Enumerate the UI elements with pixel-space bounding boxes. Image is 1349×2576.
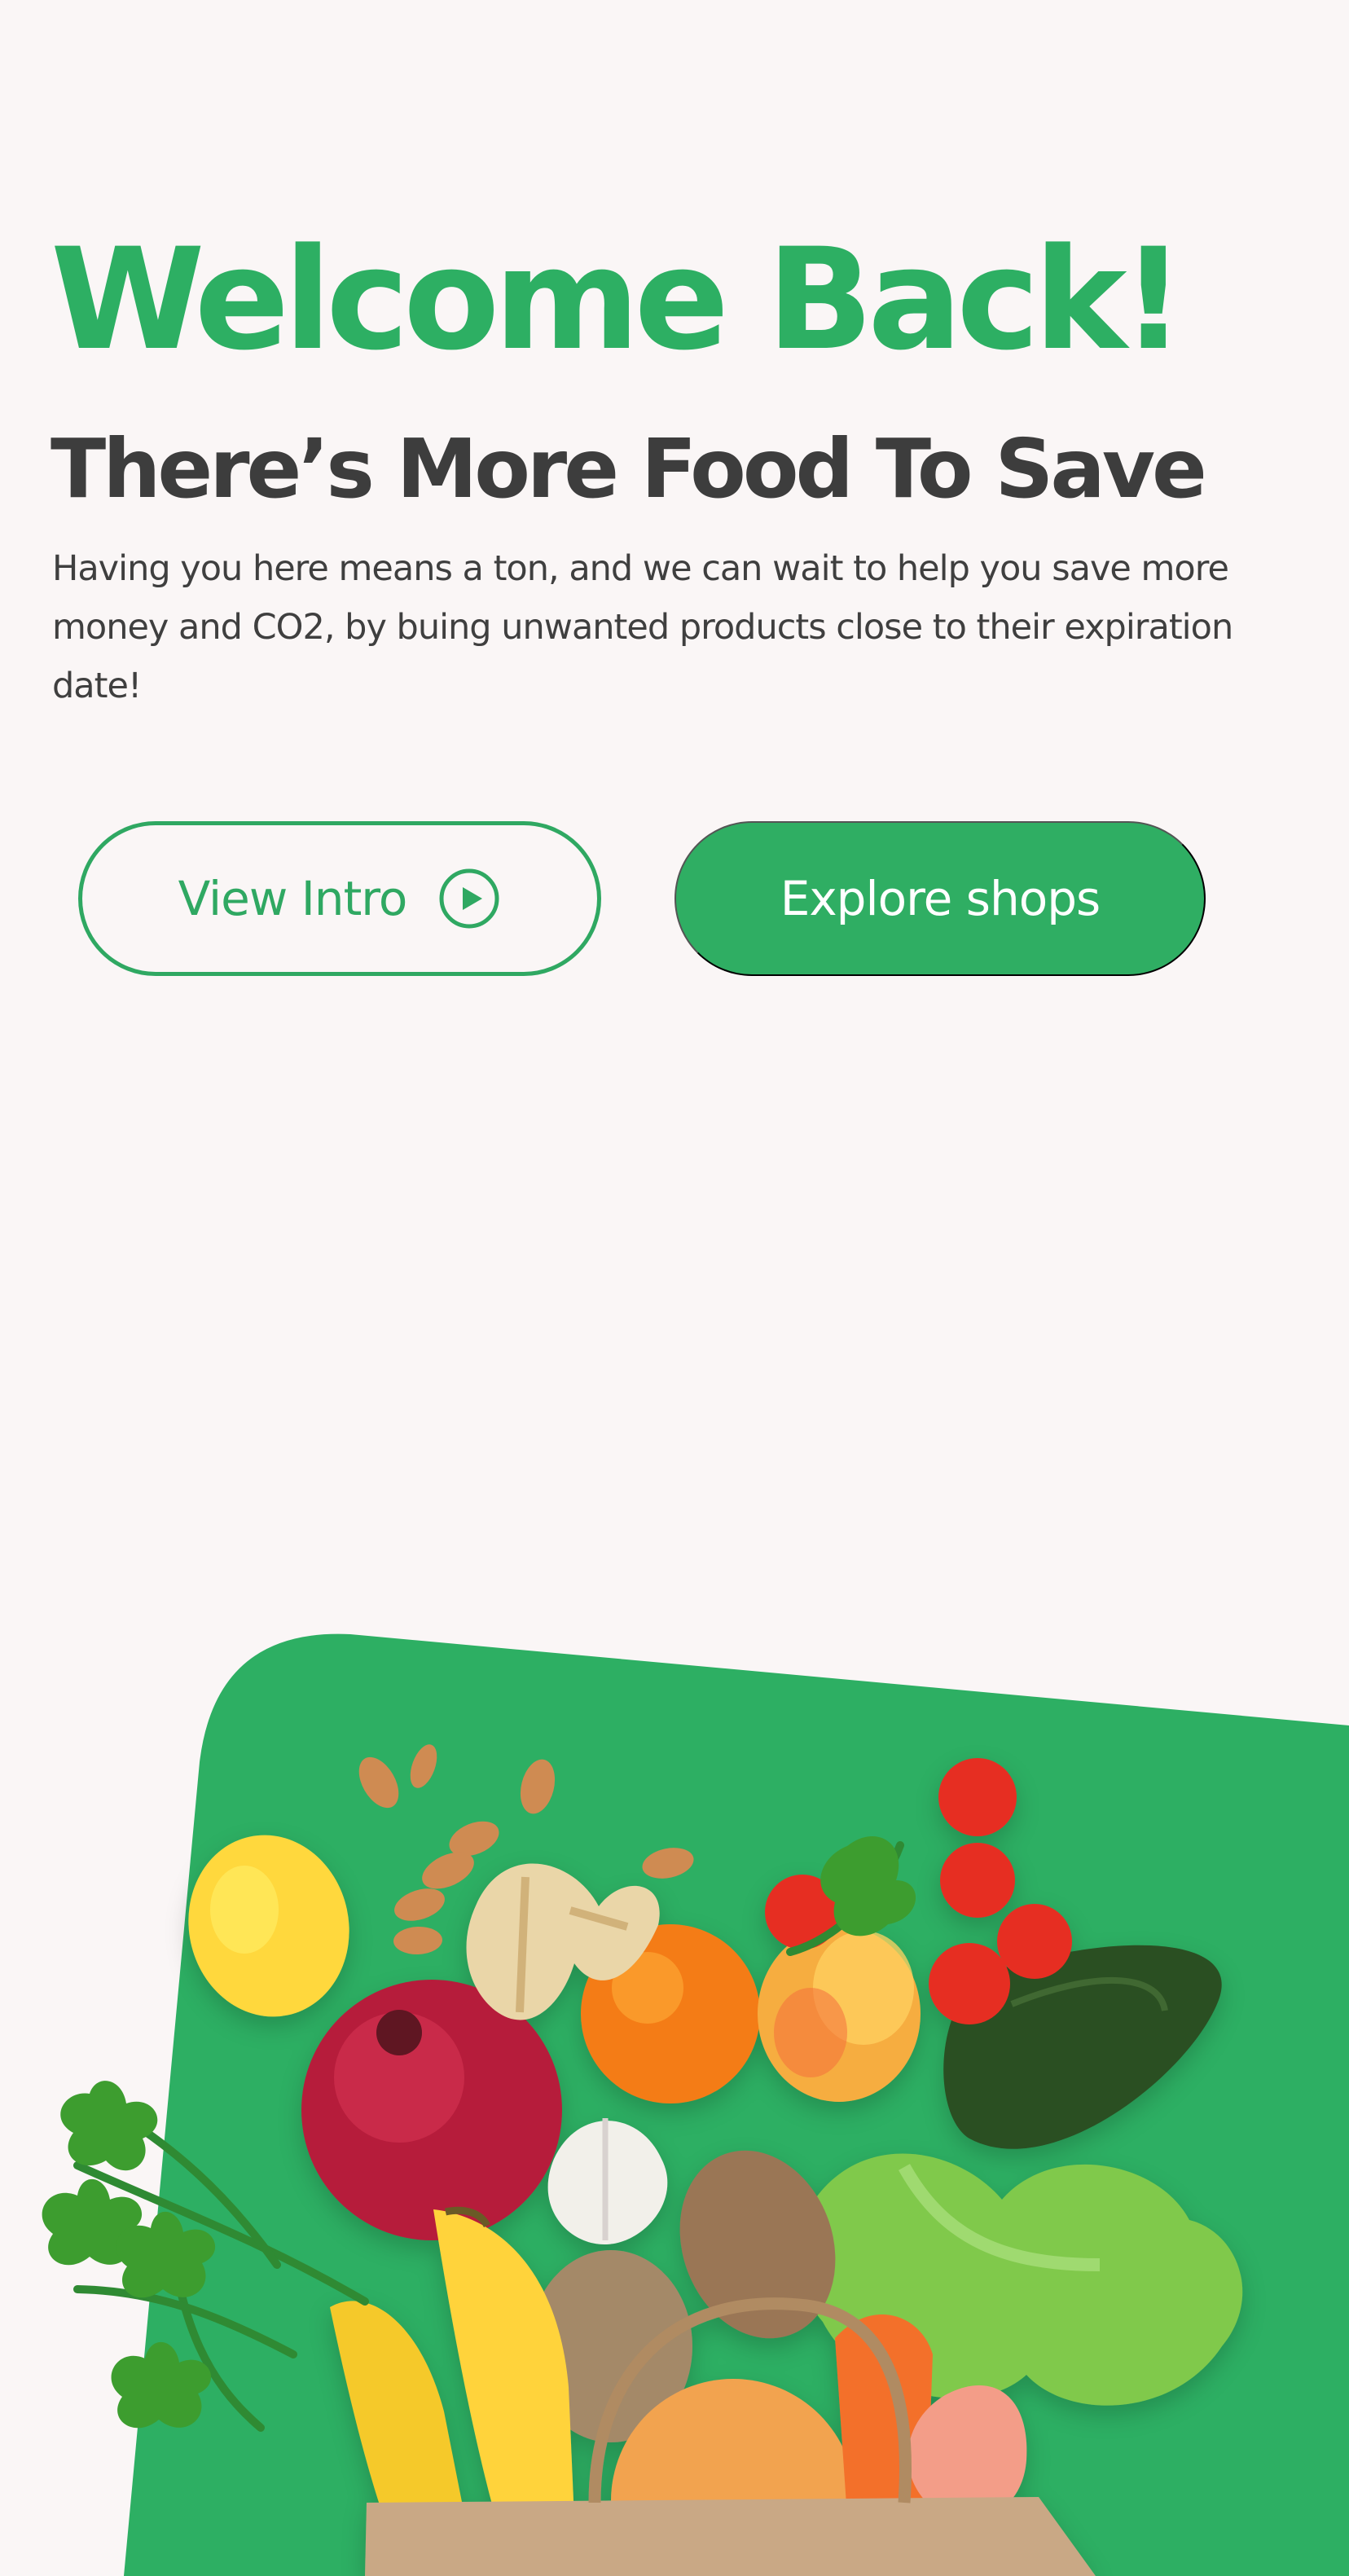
groceries-promo-section <box>0 1621 1349 2576</box>
view-intro-label: View Intro <box>178 871 408 926</box>
food-save-subtitle: There’s More Food To Save <box>51 421 1207 517</box>
welcome-hero: Welcome Back! There’s More Food To Save … <box>0 0 1349 1548</box>
grocery-food-illustration <box>42 1744 1243 2576</box>
explore-shops-button[interactable]: Explore shops <box>674 821 1206 976</box>
explore-shops-label: Explore shops <box>780 871 1101 926</box>
welcome-title: Welcome Back! <box>51 218 1185 381</box>
play-circle-icon <box>439 868 499 929</box>
welcome-description: Having you here means a ton, and we can … <box>52 548 1233 706</box>
view-intro-button[interactable]: View Intro <box>78 821 601 976</box>
